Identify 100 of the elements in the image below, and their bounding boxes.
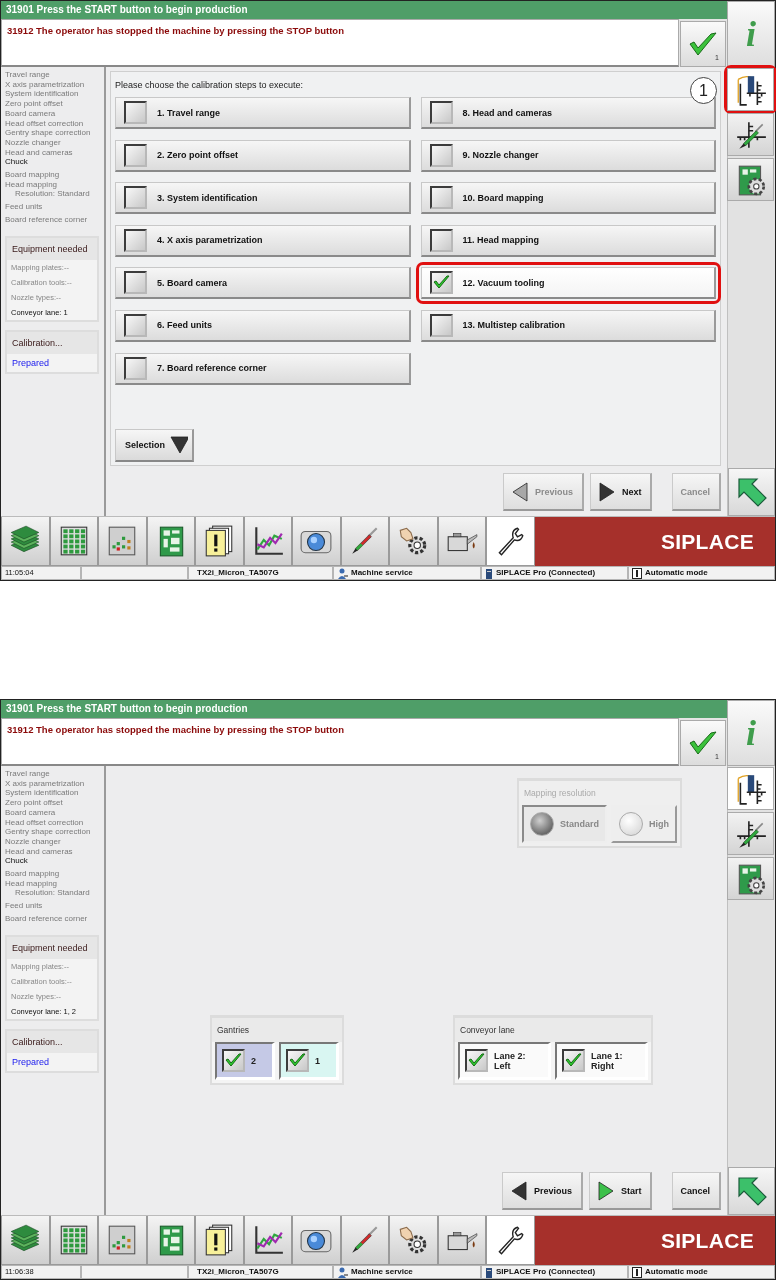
tool-tab[interactable]: [727, 767, 774, 810]
calibration-step-label: Chuck: [5, 157, 29, 168]
calibration-step-label: X axis parametrization: [5, 778, 86, 789]
step-button[interactable]: 8. Head and cameras: [420, 97, 716, 129]
check-option[interactable]: Lane 1: Right: [555, 1042, 648, 1080]
toolbar-button[interactable]: [195, 517, 244, 566]
checkbox[interactable]: [124, 186, 147, 210]
step-button[interactable]: 13. Multistep calibration: [420, 309, 716, 342]
check-option[interactable]: 1: [279, 1042, 339, 1080]
checkbox[interactable]: [286, 1049, 309, 1072]
calibration-step-label: Zero point offset: [5, 99, 64, 109]
group-title: Conveyor lane: [455, 1018, 651, 1042]
station-name: TX2i_Micron_TA507G: [197, 1266, 279, 1278]
toolbar-button[interactable]: [243, 517, 292, 566]
exit-button[interactable]: [728, 1167, 775, 1215]
toolbar-button[interactable]: [389, 1216, 438, 1265]
toolbar-button[interactable]: [146, 517, 195, 566]
down-triangle-icon: [170, 435, 188, 455]
group-title: Gantries: [212, 1018, 342, 1042]
toolbar-button[interactable]: [437, 1216, 486, 1265]
step-button[interactable]: 10. Board mapping: [420, 182, 716, 215]
step-button[interactable]: 9. Nozzle changer: [420, 139, 716, 172]
exit-button[interactable]: [728, 468, 775, 516]
toolbar-button[interactable]: [49, 1216, 98, 1265]
check-option[interactable]: 2: [215, 1042, 275, 1080]
calibration-step-label: X axis parametrization: [5, 79, 86, 90]
user-icon: [337, 567, 348, 579]
brand-logo: SIPLACE: [534, 1216, 775, 1265]
calibration-step-label: Head offset correction: [5, 817, 85, 828]
step-button[interactable]: 4. X axis parametrization: [115, 224, 411, 257]
forward-button[interactable]: Next: [589, 473, 653, 511]
step-button[interactable]: 11. Head mapping: [420, 224, 716, 257]
toolbar-button[interactable]: [243, 1216, 292, 1265]
right-triangle-icon: [597, 481, 616, 502]
group-title: Mapping resolution: [523, 787, 597, 800]
checkbox[interactable]: [124, 313, 147, 337]
calibration-step-label: Nozzle changer: [5, 836, 62, 847]
panel-title: Calibration...: [7, 1030, 97, 1053]
checkbox[interactable]: [124, 101, 147, 124]
brand-logo: SIPLACE: [534, 517, 775, 566]
checkbox[interactable]: [429, 313, 453, 337]
checkbox[interactable]: [429, 228, 453, 252]
checkbox[interactable]: [124, 143, 147, 167]
calibration-step-label: Gentry shape correction: [5, 827, 92, 837]
toolbar-button[interactable]: [389, 517, 438, 566]
calibration-step-label: Zero point offset: [5, 798, 64, 808]
cancel-button[interactable]: Cancel: [672, 1172, 721, 1210]
tool-tab[interactable]: [727, 857, 774, 900]
checkbox[interactable]: [222, 1049, 245, 1072]
forward-button[interactable]: Start: [588, 1172, 653, 1210]
calibration-step-label: Head mapping: [5, 878, 59, 889]
checkbox[interactable]: [429, 143, 453, 167]
toolbar-button[interactable]: [49, 517, 98, 566]
checkbox[interactable]: [124, 271, 147, 295]
connection-status: SIPLACE Pro (Connected): [496, 1266, 596, 1278]
calibration-step-label: Board mapping: [5, 869, 61, 879]
toolbar-button[interactable]: [486, 517, 535, 566]
checkmark-icon: [689, 31, 717, 57]
tool-tab[interactable]: [727, 113, 774, 156]
selection-button[interactable]: Selection: [115, 429, 194, 462]
checkbox[interactable]: [562, 1049, 585, 1072]
step-button[interactable]: 2. Zero point offset: [115, 139, 411, 172]
previous-button[interactable]: Previous: [501, 1172, 583, 1210]
step-button[interactable]: 12. Vacuum tooling: [420, 267, 716, 300]
step-button[interactable]: 6. Feed units: [115, 309, 411, 342]
toolbar-button[interactable]: [195, 1216, 244, 1265]
radio-dot-icon: [619, 812, 643, 836]
station-name: TX2i_Micron_TA507G: [197, 567, 279, 579]
step-button[interactable]: 5. Board camera: [115, 267, 411, 300]
calibration-step-label: Board mapping: [5, 170, 61, 180]
tool-tab[interactable]: [727, 812, 774, 855]
calibration-status: Prepared: [11, 1055, 51, 1069]
checkbox[interactable]: [124, 228, 147, 252]
checkbox[interactable]: [124, 356, 147, 380]
calibration-step-label: System identification: [5, 788, 80, 799]
panel-title: Equipment needed: [7, 237, 97, 260]
checkbox[interactable]: [465, 1049, 488, 1072]
status-message: 31901 Press the START button to begin production: [1, 700, 727, 718]
step-button[interactable]: 7. Board reference corner: [115, 352, 411, 385]
mode-status: Automatic mode: [645, 567, 708, 579]
tool-tab[interactable]: [727, 158, 774, 201]
calibration-step-label: Resolution: Standard: [14, 189, 91, 200]
step-button[interactable]: 1. Travel range: [115, 97, 411, 129]
server-icon: [485, 567, 493, 579]
checkbox[interactable]: [429, 186, 453, 210]
user-icon: [337, 1266, 348, 1278]
checkmark-icon: [689, 730, 717, 756]
step-button[interactable]: 3. System identification: [115, 182, 411, 215]
calibration-step-label: Resolution: Standard: [14, 888, 91, 899]
server-icon: [485, 1266, 493, 1278]
mode-status: Automatic mode: [645, 1266, 708, 1278]
toolbar-button[interactable]: [486, 1216, 535, 1265]
toolbar-button[interactable]: [437, 517, 486, 566]
checkbox[interactable]: [429, 271, 453, 295]
calibration-step-label: Head and cameras: [5, 846, 74, 857]
toolbar-button[interactable]: [146, 1216, 195, 1265]
calibration-step-label: Travel range: [5, 769, 51, 779]
checkbox[interactable]: [429, 101, 453, 124]
check-option[interactable]: Lane 2: Left: [458, 1042, 551, 1080]
alert-message: 31912 The operator has stopped the machine by pressing the STOP button: [1, 19, 679, 67]
